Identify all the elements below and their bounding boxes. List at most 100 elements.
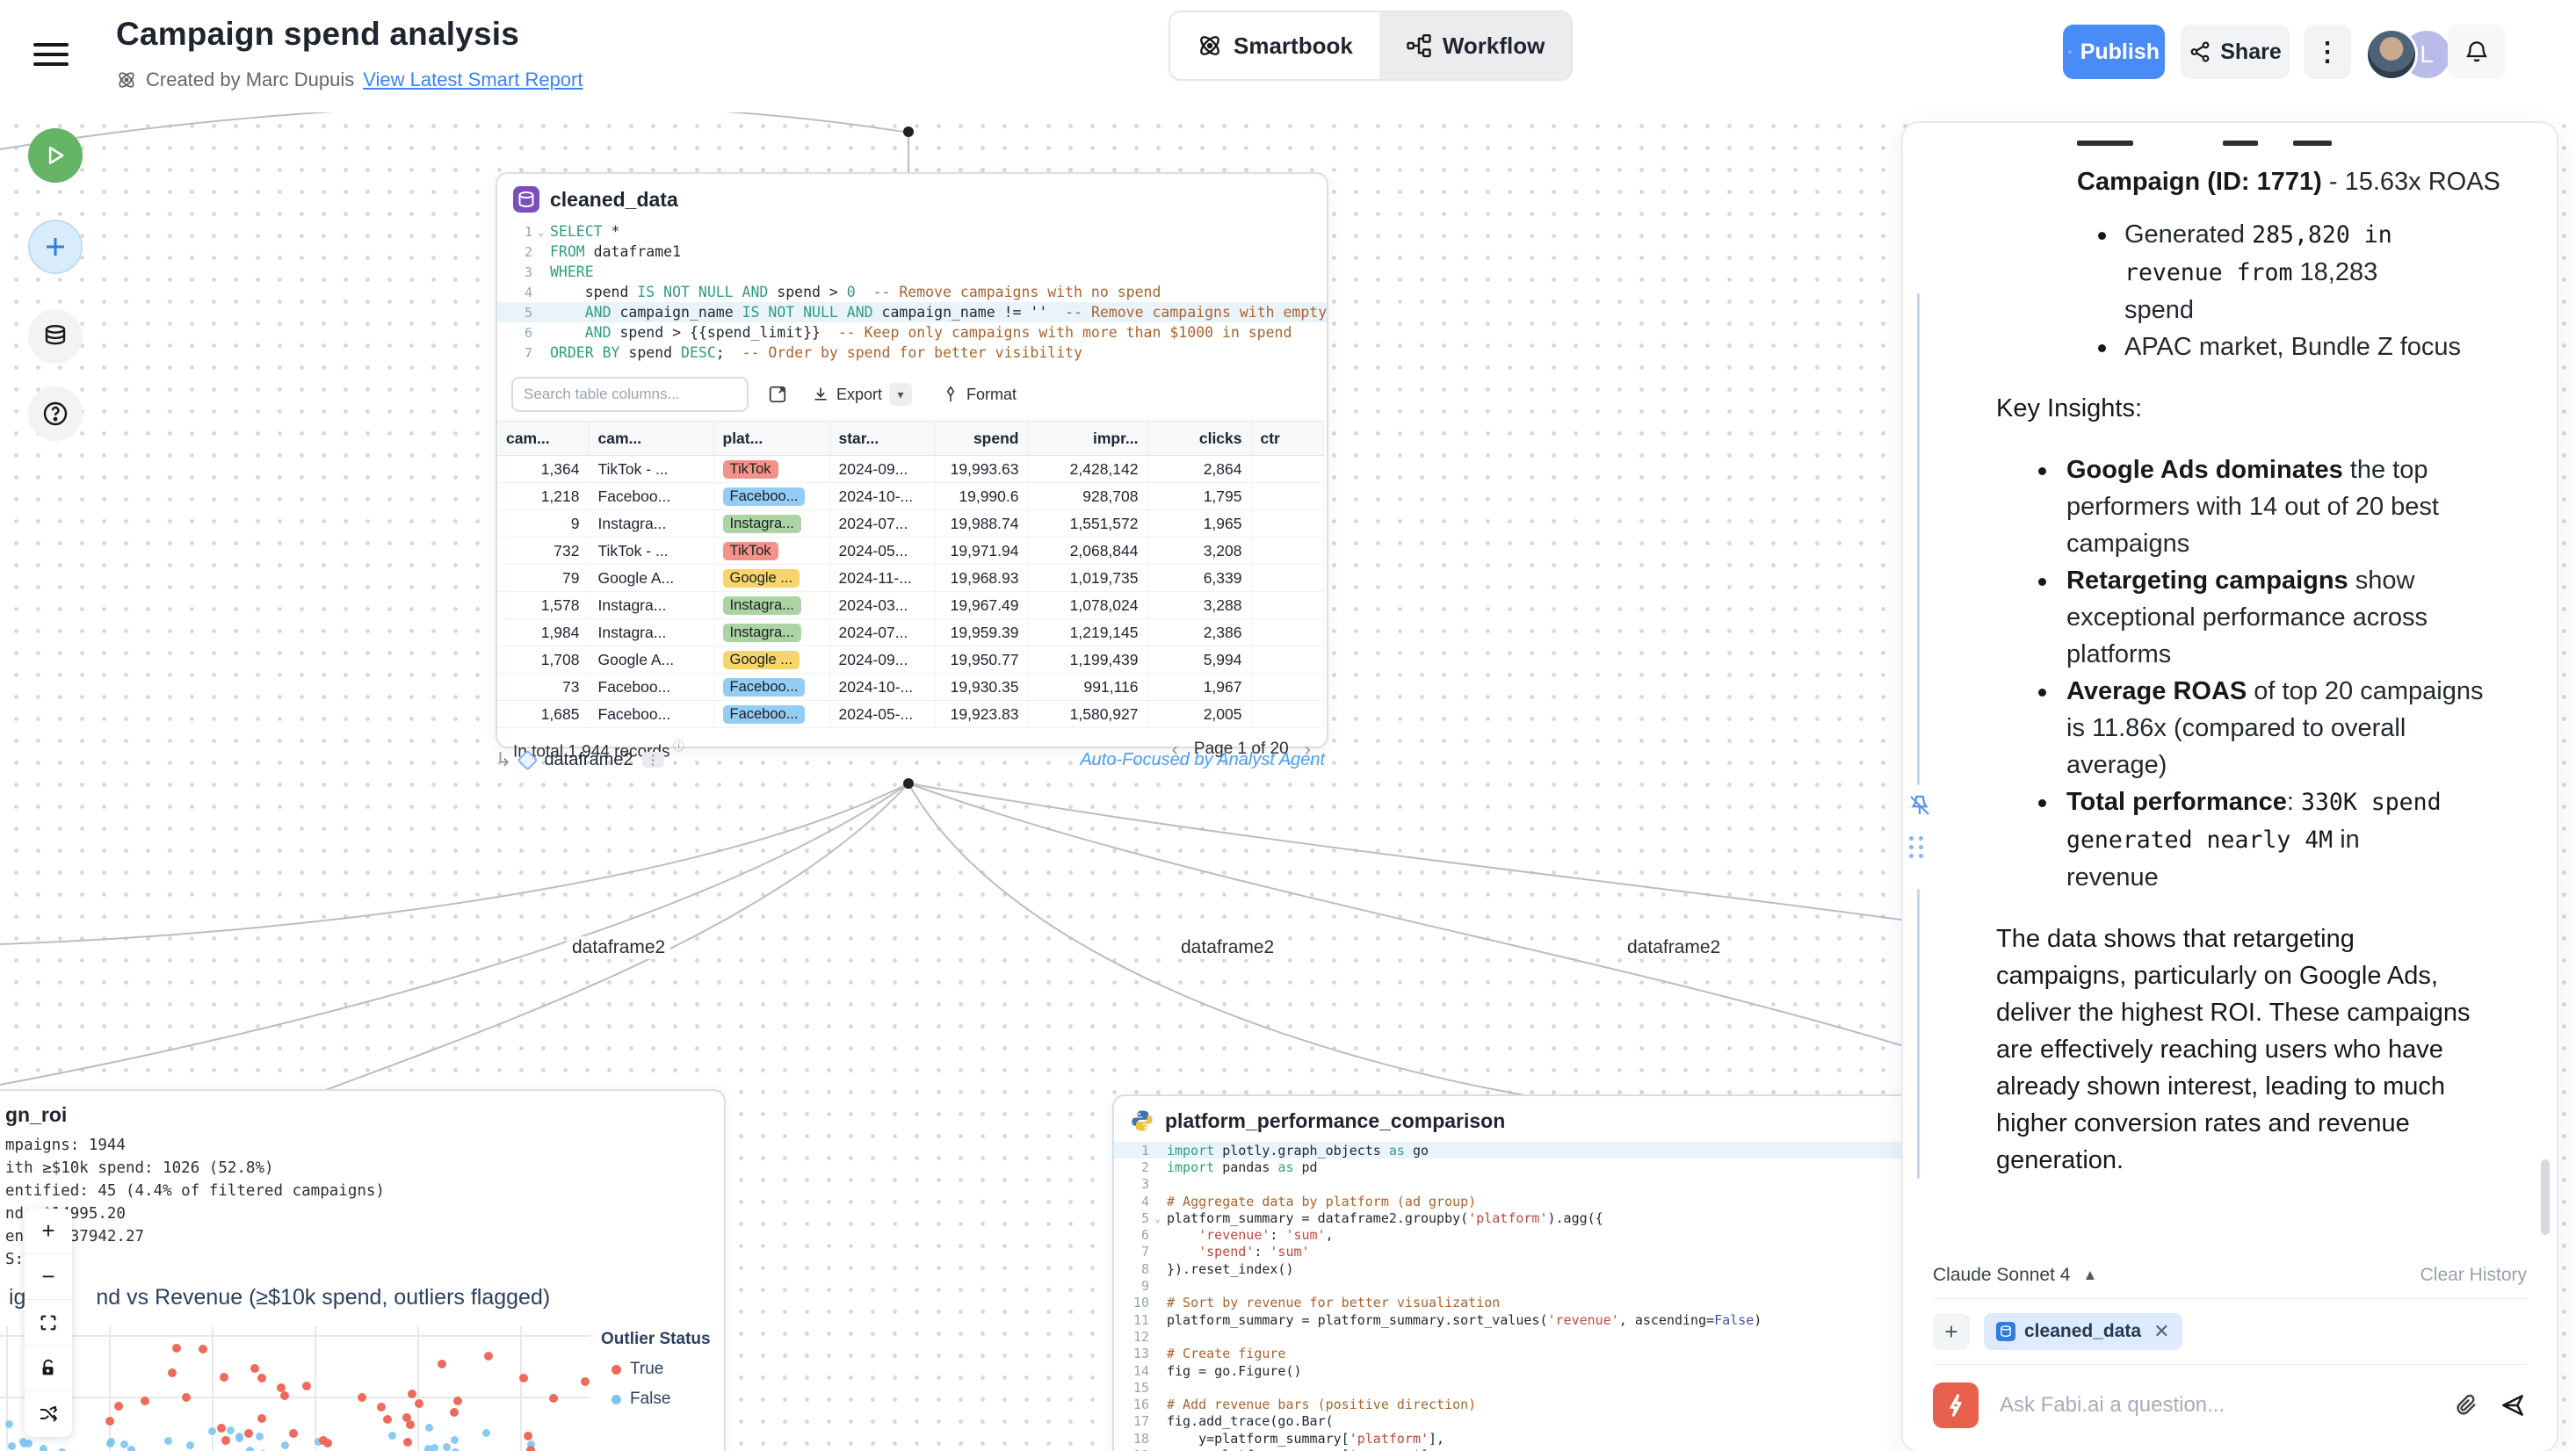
share-icon [2189, 40, 2211, 63]
code-line[interactable]: 19 x=platform_summary['revenue'], [1114, 1447, 1945, 1451]
help-button[interactable] [28, 386, 83, 441]
table-cell: 1,967 [1147, 674, 1251, 701]
search-table-columns-input[interactable] [511, 377, 749, 412]
code-line[interactable]: 11platform_summary = platform_summary.so… [1114, 1311, 1945, 1328]
column-header[interactable]: star... [829, 422, 935, 456]
code-line[interactable]: 14fig = go.Figure() [1114, 1362, 1945, 1379]
code-line[interactable]: 6 AND spend > {{spend_limit}} -- Keep on… [497, 322, 1327, 343]
column-header[interactable]: ctr [1251, 422, 1323, 456]
more-options-button[interactable]: ⋮ [2304, 25, 2351, 79]
code-line[interactable]: 3 [1114, 1176, 1945, 1193]
output-chip-menu[interactable]: ⋮ [642, 752, 664, 768]
avatar-user-photo[interactable] [2365, 28, 2418, 81]
shuffle-layout-button[interactable] [25, 1391, 72, 1437]
code-line[interactable]: 18 y=platform_summary['platform'], [1114, 1430, 1945, 1447]
expand-table-icon[interactable] [768, 385, 787, 404]
attach-file-button[interactable] [2453, 1392, 2479, 1419]
format-button[interactable]: Format [937, 385, 1022, 405]
send-button[interactable] [2499, 1391, 2527, 1419]
table-row[interactable]: 1,708Google A...Google ...2024-09...19,9… [497, 646, 1323, 674]
table-row[interactable]: 1,984Instagra...Instagra...2024-07...19,… [497, 619, 1323, 646]
column-header[interactable]: spend [935, 422, 1028, 456]
code-line[interactable]: 1⌄SELECT * [497, 221, 1327, 242]
code-line[interactable]: 13# Create figure [1114, 1346, 1945, 1362]
code-line[interactable]: 9 [1114, 1277, 1945, 1294]
code-line[interactable]: 15 [1114, 1379, 1945, 1396]
zoom-out-button[interactable]: − [25, 1254, 72, 1300]
menu-icon[interactable] [33, 37, 69, 67]
unpin-icon[interactable] [1907, 792, 1933, 819]
code-line[interactable]: 3WHERE [497, 262, 1327, 282]
edge-label-dataframe2-1: dataframe2 [567, 936, 670, 959]
code-line[interactable]: 5 AND campaign_name IS NOT NULL AND camp… [497, 302, 1327, 322]
panel-scrollbar[interactable] [2541, 1159, 2550, 1235]
output-dataframe-chip[interactable]: dataframe2 [544, 750, 633, 770]
table-cell: 1,965 [1147, 510, 1251, 538]
code-line[interactable]: 12 [1114, 1328, 1945, 1345]
tab-workflow[interactable]: Workflow [1379, 12, 1572, 79]
data-sources-button[interactable] [28, 309, 83, 364]
fit-view-button[interactable] [25, 1300, 72, 1346]
column-header[interactable]: clicks [1147, 422, 1251, 456]
table-cell [1251, 701, 1323, 728]
share-button[interactable]: Share [2181, 25, 2290, 79]
column-header[interactable]: impr... [1028, 422, 1147, 456]
code-line[interactable]: 6 'revenue': 'sum', [1114, 1226, 1945, 1243]
column-header[interactable]: cam... [589, 422, 713, 456]
table-cell: 6,339 [1147, 565, 1251, 592]
node-campaign-roi[interactable]: gn_roi mpaigns: 1944ith ≥$10k spend: 102… [0, 1089, 726, 1451]
table-cell: 1,984 [497, 619, 589, 646]
context-chip-cleaned-data[interactable]: cleaned_data ✕ [1984, 1313, 2182, 1350]
export-button[interactable]: Export ▾ [807, 382, 917, 407]
column-header[interactable]: plat... [713, 422, 829, 456]
code-line[interactable]: 7 'spend': 'sum' [1114, 1244, 1945, 1260]
sql-code-editor[interactable]: 1⌄SELECT *2FROM dataframe13WHERE4 spend … [497, 220, 1327, 370]
scatter-plot[interactable]: Outlier Status True False [0, 1314, 724, 1451]
run-workflow-button[interactable] [28, 128, 83, 183]
table-row[interactable]: 1,578Instagra...Instagra...2024-03...19,… [497, 592, 1323, 619]
code-line[interactable]: 4 spend IS NOT NULL AND spend > 0 -- Rem… [497, 282, 1327, 302]
table-row[interactable]: 9Instagra...Instagra...2024-07...19,988.… [497, 510, 1323, 538]
tab-smartbook[interactable]: Smartbook [1170, 12, 1379, 79]
table-row[interactable]: 1,364TikTok - ...TikTok2024-09...19,993.… [497, 456, 1323, 483]
legend-item-true[interactable]: True [611, 1360, 711, 1379]
export-chevron[interactable]: ▾ [889, 383, 912, 406]
table-row[interactable]: 732TikTok - ...TikTok2024-05...19,971.94… [497, 538, 1323, 565]
scatter-point-true [524, 1432, 532, 1440]
code-line[interactable]: 16# Add revenue bars (positive direction… [1114, 1396, 1945, 1412]
code-line[interactable]: 2import pandas as pd [1114, 1159, 1945, 1175]
notifications-button[interactable] [2448, 25, 2506, 79]
results-table[interactable]: cam...cam...plat...star...spendimpr...cl… [497, 421, 1324, 728]
python-code-editor[interactable]: 1import plotly.graph_objects as go2impor… [1114, 1140, 1945, 1451]
remove-context-icon[interactable]: ✕ [2153, 1320, 2169, 1343]
table-row[interactable]: 73Faceboo...Faceboo...2024-10-...19,930.… [497, 674, 1323, 701]
code-line[interactable]: 5⌄platform_summary = dataframe2.groupby(… [1114, 1209, 1945, 1226]
node-platform-performance-comparison[interactable]: platform_performance_comparison 1import … [1112, 1094, 1947, 1451]
legend-item-false[interactable]: False [611, 1390, 711, 1409]
table-row[interactable]: 79Google A...Google ...2024-11-...19,968… [497, 565, 1323, 592]
table-row[interactable]: 1,218Faceboo...Faceboo...2024-10-...19,9… [497, 483, 1323, 510]
code-line[interactable]: 2FROM dataframe1 [497, 242, 1327, 262]
chevron-up-icon[interactable]: ▲ [2082, 1267, 2097, 1284]
publish-button[interactable]: Publish [2063, 25, 2165, 79]
drag-handle-icon[interactable] [1909, 836, 1924, 858]
table-cell: 2,005 [1147, 701, 1251, 728]
bullet-item: Total performance: 330K spendgenerated n… [1996, 783, 2523, 896]
zoom-in-button[interactable]: + [25, 1209, 72, 1254]
code-line[interactable]: 17fig.add_trace(go.Bar( [1114, 1413, 1945, 1430]
node-cleaned-data[interactable]: cleaned_data 1⌄SELECT *2FROM dataframe13… [496, 172, 1328, 748]
table-row[interactable]: 1,685Faceboo...Faceboo...2024-05-...19,9… [497, 701, 1323, 728]
add-context-button[interactable]: + [1933, 1313, 1970, 1350]
code-line[interactable]: 7ORDER BY spend DESC; -- Order by spend … [497, 343, 1327, 363]
ask-question-input[interactable] [1998, 1392, 2434, 1419]
code-line[interactable]: 4# Aggregate data by platform (ad group) [1114, 1193, 1945, 1209]
code-line[interactable]: 8}).reset_index() [1114, 1260, 1945, 1277]
add-node-button[interactable] [28, 220, 83, 274]
code-line[interactable]: 10# Sort by revenue for better visualiza… [1114, 1295, 1945, 1311]
view-latest-smart-report-link[interactable]: View Latest Smart Report [363, 69, 582, 91]
model-selector[interactable]: Claude Sonnet 4 [1933, 1265, 2070, 1286]
column-header[interactable]: cam... [497, 422, 589, 456]
code-line[interactable]: 1import plotly.graph_objects as go [1114, 1142, 1945, 1159]
clear-history-button[interactable]: Clear History [2420, 1265, 2527, 1286]
lock-canvas-button[interactable] [25, 1346, 72, 1391]
